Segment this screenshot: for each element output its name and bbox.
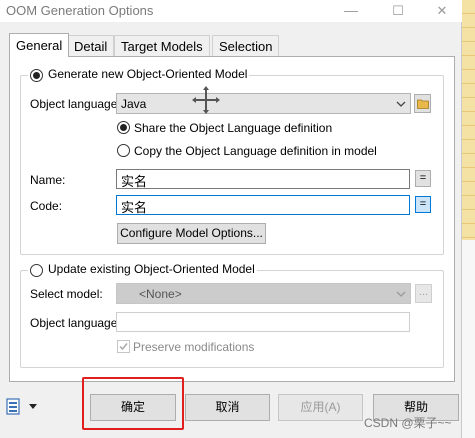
- code-label: Code:: [30, 199, 63, 213]
- share-definition-label[interactable]: Share the Object Language definition: [134, 121, 332, 135]
- select-model-combo[interactable]: <None>: [116, 283, 411, 304]
- chevron-down-icon[interactable]: [396, 289, 406, 299]
- update-existing-radio[interactable]: [30, 264, 43, 277]
- select-model-value: <None>: [139, 287, 182, 301]
- name-input[interactable]: 实名: [116, 169, 410, 189]
- window-title: OOM Generation Options: [6, 3, 154, 18]
- oom-generation-options-dialog: OOM Generation Options — ☐ ✕ General Det…: [0, 0, 462, 438]
- update-object-language-label: Object language:: [30, 316, 121, 330]
- update-object-language-input[interactable]: [116, 312, 410, 332]
- generate-new-radio[interactable]: [30, 69, 43, 82]
- tab-target-models[interactable]: Target Models: [114, 35, 210, 56]
- share-definition-radio[interactable]: [117, 121, 130, 134]
- model-type-icon[interactable]: [6, 398, 22, 416]
- code-input[interactable]: 实名: [116, 195, 410, 215]
- checkmark-icon: [119, 343, 128, 351]
- dropdown-arrow-icon[interactable]: [28, 403, 38, 411]
- maximize-button[interactable]: ☐: [381, 0, 415, 22]
- select-model-label: Select model:: [30, 287, 103, 301]
- copy-definition-label[interactable]: Copy the Object Language definition in m…: [134, 144, 377, 158]
- folder-icon: [416, 99, 429, 109]
- code-equals-button[interactable]: =: [415, 196, 431, 213]
- name-label: Name:: [30, 173, 66, 187]
- tab-selection[interactable]: Selection: [212, 35, 280, 56]
- browse-folder-button[interactable]: [414, 94, 431, 113]
- object-language-label: Object language:: [30, 97, 121, 111]
- configure-model-options-button[interactable]: Configure Model Options...: [117, 223, 266, 244]
- preserve-modifications-checkbox[interactable]: [117, 340, 130, 353]
- select-model-browse-button[interactable]: ...: [415, 284, 432, 303]
- update-existing-radio-label[interactable]: Update existing Object-Oriented Model: [30, 262, 255, 276]
- minimize-button[interactable]: —: [334, 0, 368, 22]
- preserve-modifications-label[interactable]: Preserve modifications: [133, 340, 254, 354]
- close-button[interactable]: ✕: [425, 0, 459, 22]
- cancel-button[interactable]: 取消: [185, 394, 270, 421]
- title-bar: OOM Generation Options — ☐ ✕: [0, 0, 462, 22]
- name-equals-button[interactable]: =: [415, 170, 431, 187]
- csdn-watermark: CSDN @栗子~~: [364, 416, 452, 430]
- move-cursor-icon: [192, 86, 220, 114]
- apply-button[interactable]: 应用(A): [278, 394, 363, 421]
- chevron-down-icon[interactable]: [396, 99, 406, 109]
- update-existing-legend: Update existing Object-Oriented Model: [28, 262, 257, 277]
- tab-general[interactable]: General: [9, 33, 70, 57]
- generate-new-radio-label[interactable]: Generate new Object-Oriented Model: [30, 67, 247, 81]
- background-window-lower: [462, 240, 475, 438]
- tab-detail[interactable]: Detail: [67, 35, 115, 56]
- ok-button[interactable]: 确定: [90, 394, 176, 421]
- copy-definition-radio[interactable]: [117, 144, 130, 157]
- object-language-value: Java: [121, 97, 147, 111]
- object-language-combo[interactable]: Java: [116, 93, 411, 114]
- background-window-strip: [462, 0, 475, 240]
- generate-new-legend: Generate new Object-Oriented Model: [28, 67, 250, 82]
